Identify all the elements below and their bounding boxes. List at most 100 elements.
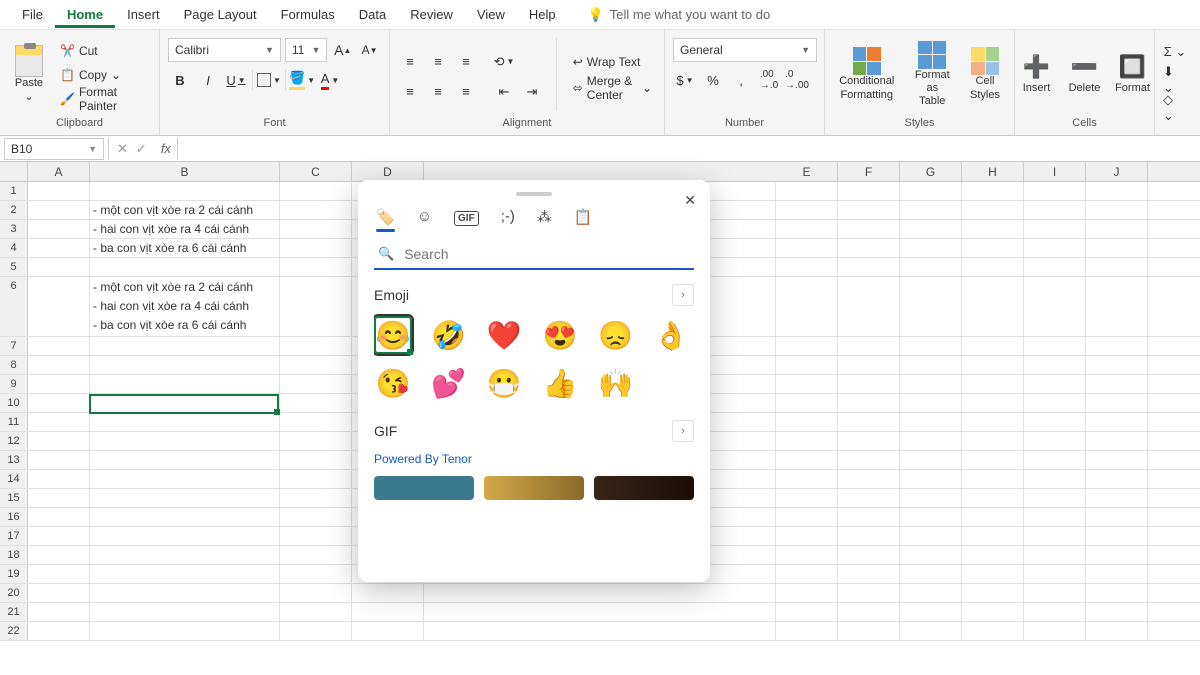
increase-font-button[interactable]: A▲ bbox=[331, 38, 354, 62]
emoji-item-4[interactable]: 😍 bbox=[541, 316, 579, 354]
row-header-20[interactable]: 20 bbox=[0, 584, 28, 602]
cell-F18[interactable] bbox=[838, 546, 900, 564]
cell-E7[interactable] bbox=[776, 337, 838, 355]
cell-I4[interactable] bbox=[1024, 239, 1086, 257]
emoji-item-5[interactable]: 😞 bbox=[597, 316, 635, 354]
cell-I3[interactable] bbox=[1024, 220, 1086, 238]
emoji-search[interactable]: 🔍 bbox=[374, 240, 694, 270]
cell-A9[interactable] bbox=[28, 375, 90, 393]
increase-indent-button[interactable]: ⇥ bbox=[520, 80, 544, 104]
cell-H9[interactable] bbox=[962, 375, 1024, 393]
cell-G4[interactable] bbox=[900, 239, 962, 257]
cell-H17[interactable] bbox=[962, 527, 1024, 545]
cell-I14[interactable] bbox=[1024, 470, 1086, 488]
cell-F22[interactable] bbox=[838, 622, 900, 640]
cell-F13[interactable] bbox=[838, 451, 900, 469]
cell-styles-button[interactable]: Cell Styles bbox=[964, 34, 1006, 115]
cell-E14[interactable] bbox=[776, 470, 838, 488]
cell-I6[interactable] bbox=[1024, 277, 1086, 336]
cell-I10[interactable] bbox=[1024, 394, 1086, 412]
emoji-item-9[interactable]: 😷 bbox=[485, 364, 523, 402]
cell-H20[interactable] bbox=[962, 584, 1024, 602]
cell-C9[interactable] bbox=[280, 375, 352, 393]
cell-G14[interactable] bbox=[900, 470, 962, 488]
cell-I1[interactable] bbox=[1024, 182, 1086, 200]
close-button[interactable]: ✕ bbox=[684, 192, 696, 209]
comma-button[interactable]: , bbox=[729, 68, 753, 92]
cell-H22[interactable] bbox=[962, 622, 1024, 640]
row-header-1[interactable]: 1 bbox=[0, 182, 28, 200]
row-header-14[interactable]: 14 bbox=[0, 470, 28, 488]
col-header-i[interactable]: I bbox=[1024, 162, 1086, 181]
italic-button[interactable]: I bbox=[196, 68, 220, 92]
cell-H10[interactable] bbox=[962, 394, 1024, 412]
cell-A10[interactable] bbox=[28, 394, 90, 412]
tab-data[interactable]: Data bbox=[347, 1, 398, 28]
cell-G5[interactable] bbox=[900, 258, 962, 276]
drag-handle[interactable] bbox=[516, 192, 552, 196]
row-header-2[interactable]: 2 bbox=[0, 201, 28, 219]
tab-page-layout[interactable]: Page Layout bbox=[172, 1, 269, 28]
cell-H11[interactable] bbox=[962, 413, 1024, 431]
cell-B22[interactable] bbox=[90, 622, 280, 640]
cell-A1[interactable] bbox=[28, 182, 90, 200]
cell-G15[interactable] bbox=[900, 489, 962, 507]
cell-G3[interactable] bbox=[900, 220, 962, 238]
cell-G17[interactable] bbox=[900, 527, 962, 545]
cell-H8[interactable] bbox=[962, 356, 1024, 374]
cell-F10[interactable] bbox=[838, 394, 900, 412]
cell-I22[interactable] bbox=[1024, 622, 1086, 640]
row-header-17[interactable]: 17 bbox=[0, 527, 28, 545]
col-header-a[interactable]: A bbox=[28, 162, 90, 181]
cell-H19[interactable] bbox=[962, 565, 1024, 583]
cell-B1[interactable] bbox=[90, 182, 280, 200]
cell-I16[interactable] bbox=[1024, 508, 1086, 526]
increase-decimal-button[interactable]: .00→.0 bbox=[757, 68, 781, 92]
cell-J10[interactable] bbox=[1086, 394, 1148, 412]
row-header-13[interactable]: 13 bbox=[0, 451, 28, 469]
cell-G18[interactable] bbox=[900, 546, 962, 564]
format-painter-button[interactable]: 🖌️Format Painter bbox=[56, 88, 151, 110]
cell-E10[interactable] bbox=[776, 394, 838, 412]
autosum-button[interactable]: Σ ⌄ bbox=[1163, 40, 1187, 64]
cell-B11[interactable] bbox=[90, 413, 280, 431]
cell-B3[interactable]: - hai con vịt xòe ra 4 cái cánh bbox=[90, 220, 280, 238]
cell-F8[interactable] bbox=[838, 356, 900, 374]
cell-J2[interactable] bbox=[1086, 201, 1148, 219]
cell-F21[interactable] bbox=[838, 603, 900, 621]
cell-I19[interactable] bbox=[1024, 565, 1086, 583]
col-header-c[interactable]: C bbox=[280, 162, 352, 181]
cell-E15[interactable] bbox=[776, 489, 838, 507]
cell-C11[interactable] bbox=[280, 413, 352, 431]
cell-E5[interactable] bbox=[776, 258, 838, 276]
cell-I20[interactable] bbox=[1024, 584, 1086, 602]
row-header-9[interactable]: 9 bbox=[0, 375, 28, 393]
cell-B18[interactable] bbox=[90, 546, 280, 564]
cell-A19[interactable] bbox=[28, 565, 90, 583]
emoji-item-10[interactable]: 👍 bbox=[541, 364, 579, 402]
gif-more-button[interactable]: › bbox=[672, 420, 694, 442]
cell-I13[interactable] bbox=[1024, 451, 1086, 469]
cell-J12[interactable] bbox=[1086, 432, 1148, 450]
row-header-3[interactable]: 3 bbox=[0, 220, 28, 238]
cell-F19[interactable] bbox=[838, 565, 900, 583]
cell-C3[interactable] bbox=[280, 220, 352, 238]
row-header-4[interactable]: 4 bbox=[0, 239, 28, 257]
cell-B5[interactable] bbox=[90, 258, 280, 276]
cell-A17[interactable] bbox=[28, 527, 90, 545]
cell-E1[interactable] bbox=[776, 182, 838, 200]
tab-view[interactable]: View bbox=[465, 1, 517, 28]
cell-G11[interactable] bbox=[900, 413, 962, 431]
cell-H15[interactable] bbox=[962, 489, 1024, 507]
cell-G2[interactable] bbox=[900, 201, 962, 219]
cell-J11[interactable] bbox=[1086, 413, 1148, 431]
cell-B9[interactable] bbox=[90, 375, 280, 393]
currency-button[interactable]: $▼ bbox=[673, 68, 697, 92]
col-header-h[interactable]: H bbox=[962, 162, 1024, 181]
cell-H1[interactable] bbox=[962, 182, 1024, 200]
cell-H5[interactable] bbox=[962, 258, 1024, 276]
emoji-item-7[interactable]: 😘 bbox=[374, 364, 412, 402]
format-cells-button[interactable]: 🔲Format bbox=[1112, 34, 1154, 115]
cell-A15[interactable] bbox=[28, 489, 90, 507]
tab-insert[interactable]: Insert bbox=[115, 1, 172, 28]
